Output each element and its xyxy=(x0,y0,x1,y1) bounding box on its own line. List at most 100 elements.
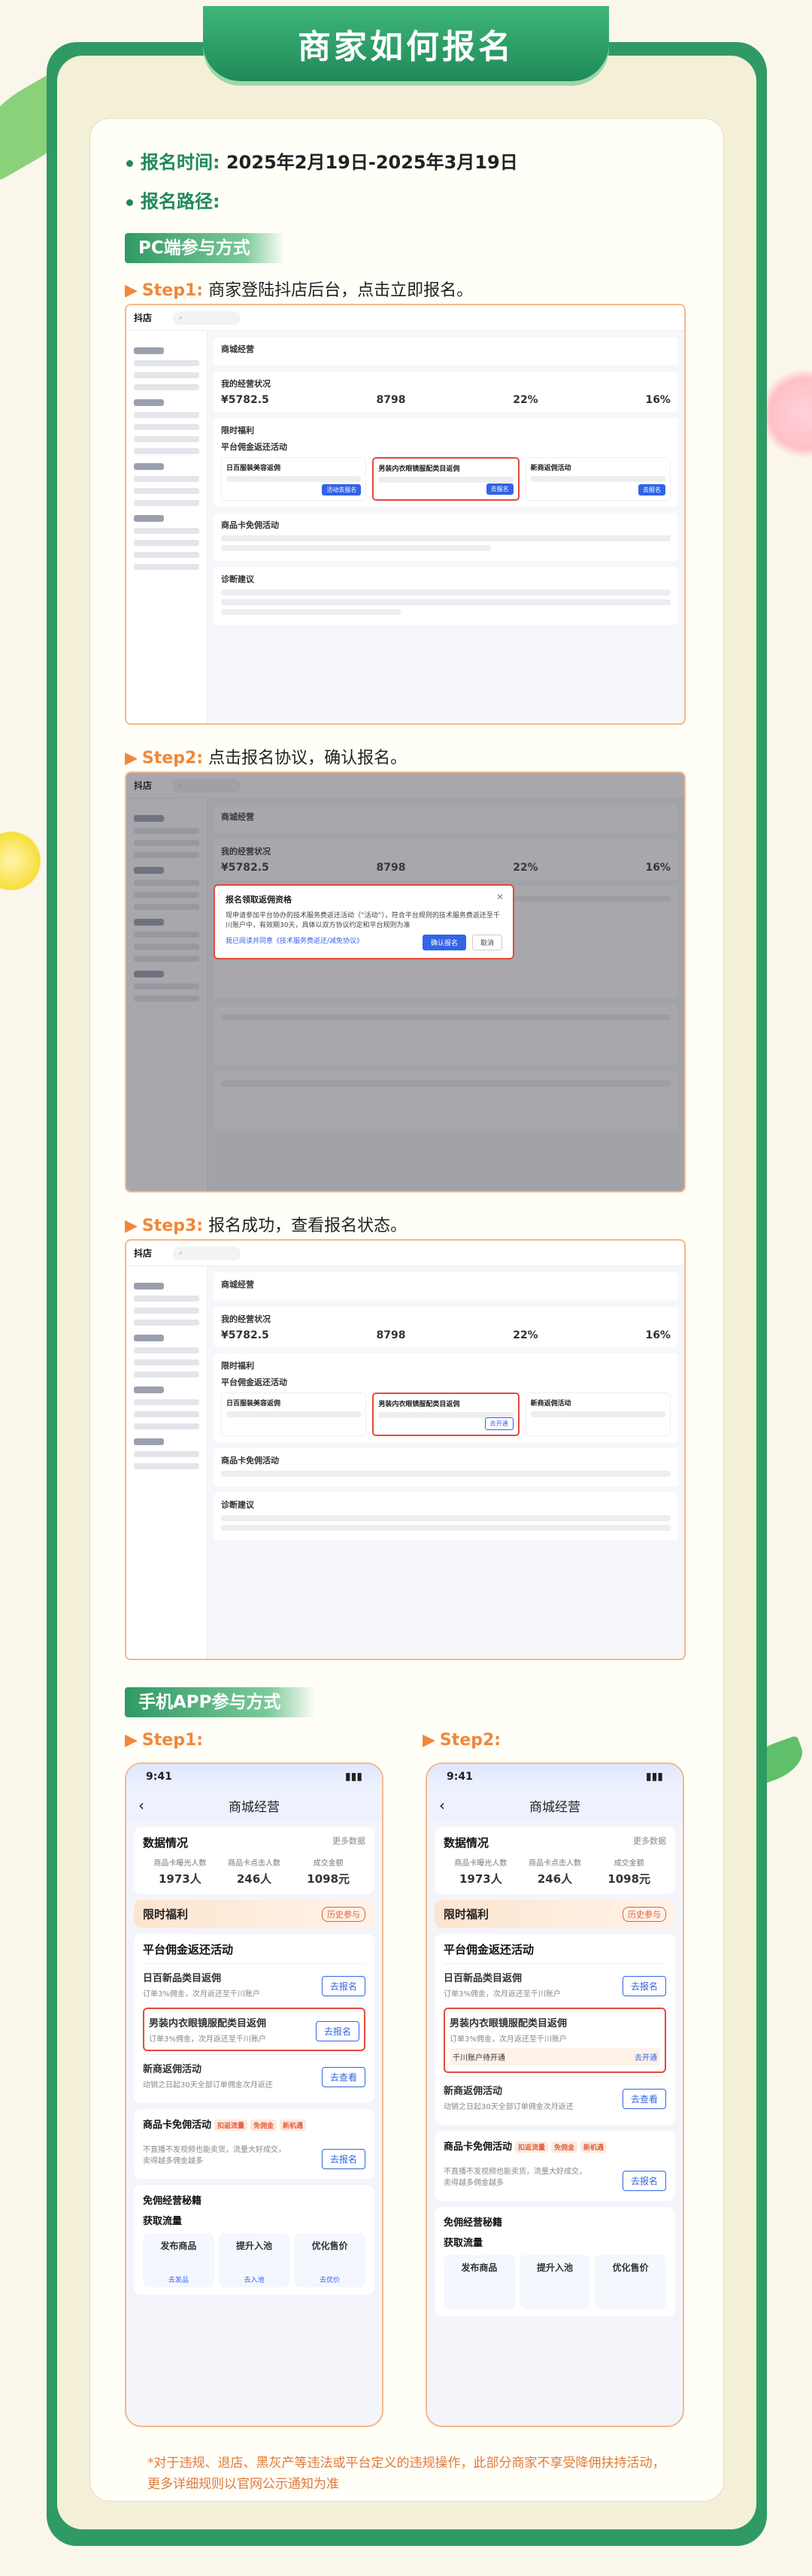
status-time: 9:41 xyxy=(447,1771,473,1783)
nav-title: 商城经营 xyxy=(529,1799,580,1815)
nav-title: 商城经营 xyxy=(229,1799,280,1815)
signup-button[interactable]: 去报名 xyxy=(622,2171,666,2191)
pc-step-3: ▶ Step3: 报名成功，查看报名状态。 xyxy=(125,1212,407,1236)
step-label: Step2: xyxy=(439,1731,501,1750)
signup-button[interactable]: 去报名 xyxy=(321,1976,365,1996)
signup-button[interactable]: 去报名 xyxy=(486,483,514,495)
item-name: 男装内衣眼镜服配类目返佣 xyxy=(450,2018,568,2029)
flow-link[interactable]: 去优价 xyxy=(294,2274,365,2284)
app-step-1: ▶ Step1: xyxy=(125,1731,203,1750)
item-desc: 订单3%佣金，次月返还至千川账户 xyxy=(444,1990,561,1999)
logo: 抖店 xyxy=(134,313,153,323)
phone-screenshot-2: 9:41 ▮▮▮ ‹ 商城经营 数据情况 更多数据 商品卡曝光人数 1973人 商品卡点击… xyxy=(426,1762,684,2427)
flow-title: 获取流量 xyxy=(444,2238,483,2249)
decoration-blossom xyxy=(759,368,812,459)
cancel-button[interactable]: 取消 xyxy=(471,935,502,950)
search-input[interactable]: ⌕ xyxy=(173,311,241,325)
decoration-flower xyxy=(0,827,45,895)
card-title: 我的经营状况 xyxy=(221,379,271,389)
stat-label: 商品卡点击人数 xyxy=(529,1859,581,1868)
main-content: 商城经营 我的经营状况 ¥5782.5 8798 22% 16% 限时福利 平台佣金返还… xyxy=(214,337,678,723)
card-title: 商品卡免佣活动 xyxy=(221,1456,279,1465)
flow-name: 提升入池 xyxy=(236,2241,273,2251)
back-icon[interactable]: ‹ xyxy=(439,1796,445,1814)
app-step-2: ▶ Step2: xyxy=(423,1731,501,1750)
stat-label: 成交金额 xyxy=(614,1859,644,1868)
step-label: Step3: xyxy=(141,1217,204,1235)
flow-name: 优化售价 xyxy=(311,2241,348,2251)
search-input[interactable]: ⌕ xyxy=(173,1246,241,1260)
flow-name: 优化售价 xyxy=(612,2262,649,2273)
stats-title: 数据情况 xyxy=(444,1836,489,1850)
page-title: 商家如何报名 xyxy=(298,28,514,66)
flow-name: 提升入池 xyxy=(537,2262,574,2273)
tag: 免佣金 xyxy=(551,2141,578,2153)
signup-button[interactable]: 去报名 xyxy=(638,484,665,496)
card-subtitle: 平台佣金返还活动 xyxy=(221,442,287,452)
kpi-value: 22% xyxy=(513,1329,538,1341)
stat-label: 商品卡点击人数 xyxy=(228,1859,280,1868)
card-title: 我的经营状况 xyxy=(221,1314,271,1324)
bullet-icon xyxy=(126,199,133,206)
tag: 免佣金 xyxy=(250,2120,277,2131)
activity-name: 日百服装美容返佣 xyxy=(226,1400,281,1408)
signup-button[interactable]: 去报名 xyxy=(622,1976,666,1996)
title-banner: 商家如何报名 xyxy=(203,6,609,81)
stat-label: 商品卡曝光人数 xyxy=(153,1859,207,1868)
bullet-icon xyxy=(126,159,133,167)
item-desc: 动销之日起30天全部订单佣金次月返还 xyxy=(444,2103,574,2111)
triangle-icon: ▶ xyxy=(423,1731,435,1750)
item-desc: 订单3%佣金，次月返还至千川账户 xyxy=(149,2035,266,2044)
free-title: 商品卡免佣活动 xyxy=(143,2120,212,2131)
back-icon[interactable]: ‹ xyxy=(138,1796,144,1814)
history-button[interactable]: 历史参与 xyxy=(322,1906,365,1922)
kpi-value: 8798 xyxy=(376,394,406,406)
free-desc: 不直播不发视频也能卖货，流量大好成交，卖得越多佣金越多 xyxy=(143,2146,286,2165)
flow-link[interactable]: 去入池 xyxy=(219,2274,290,2284)
flow-link[interactable]: 去发品 xyxy=(143,2274,214,2284)
stat-value: 1098元 xyxy=(607,1872,651,1886)
card-title: 商品卡免佣活动 xyxy=(221,520,279,530)
history-button[interactable]: 历史参与 xyxy=(623,1906,666,1922)
flow-name: 发布商品 xyxy=(461,2262,498,2273)
card-title: 诊断建议 xyxy=(221,574,254,584)
pc-step-2: ▶ Step2: 点击报名协议，确认报名。 xyxy=(125,744,407,768)
more-data-link[interactable]: 更多数据 xyxy=(332,1835,365,1847)
section-title: 平台佣金返还活动 xyxy=(444,1943,535,1956)
status-time: 9:41 xyxy=(146,1771,172,1783)
signup-button[interactable]: 活动去报名 xyxy=(322,484,362,496)
open-account-link[interactable]: 去开通 xyxy=(635,2051,657,2062)
tag: 新机遇 xyxy=(580,2141,607,2153)
card-subtitle: 平台佣金返还活动 xyxy=(221,1377,287,1387)
app-section-tag: 手机APP参与方式 xyxy=(125,1687,316,1717)
confirm-button[interactable]: 确认报名 xyxy=(422,935,466,950)
open-account-button[interactable]: 去开通 xyxy=(484,1417,514,1430)
signup-button[interactable]: 去报名 xyxy=(321,2149,365,2169)
step-text: 商家登陆抖店后台，点击立即报名。 xyxy=(208,281,474,300)
activity-name: 男装内衣眼镜服配类目返佣 xyxy=(378,465,460,473)
step-text: 报名成功，查看报名状态。 xyxy=(208,1217,408,1235)
pc-step-1: ▶ Step1: 商家登陆抖店后台，点击立即报名。 xyxy=(125,277,473,301)
welfare-title: 限时福利 xyxy=(143,1908,189,1921)
step-text: 点击报名协议，确认报名。 xyxy=(208,749,408,768)
view-button[interactable]: 去查看 xyxy=(622,2089,666,2109)
sidebar xyxy=(126,331,208,723)
view-button[interactable]: 去查看 xyxy=(321,2067,365,2087)
modal-body: 现申请参加平台协办的技术服务费返还活动（“活动”），符合平台规则的技术服务费返还… xyxy=(226,912,500,929)
close-icon[interactable]: ✕ xyxy=(496,892,504,902)
signup-button[interactable]: 去报名 xyxy=(315,2021,359,2041)
step-label: Step2: xyxy=(141,749,204,768)
pc-screenshot-3: 抖店 ⌕ 商城经营 我的经营状况 ¥5782.5 8798 22% 16% 限时福利 平台佣… xyxy=(125,1239,686,1660)
footnote: *对于违规、退店、黑灰产等违法或平台定义的违规操作，此部分商家不享受降佣扶持活动… xyxy=(147,2456,665,2492)
activity-name: 新商返佣活动 xyxy=(530,465,571,472)
more-data-link[interactable]: 更多数据 xyxy=(633,1835,666,1847)
top-bar: 抖店 ⌕ xyxy=(126,1241,684,1266)
flow-name: 发布商品 xyxy=(160,2241,197,2251)
step-label: Step1: xyxy=(141,281,204,300)
triangle-icon: ▶ xyxy=(125,749,138,768)
kpi-value: ¥5782.5 xyxy=(221,1329,269,1341)
section-title: 平台佣金返还活动 xyxy=(143,1943,234,1956)
screen-page-title: 商城经营 xyxy=(221,1280,254,1290)
step-label: Step1: xyxy=(141,1731,204,1750)
top-bar: 抖店 ⌕ xyxy=(126,305,684,331)
